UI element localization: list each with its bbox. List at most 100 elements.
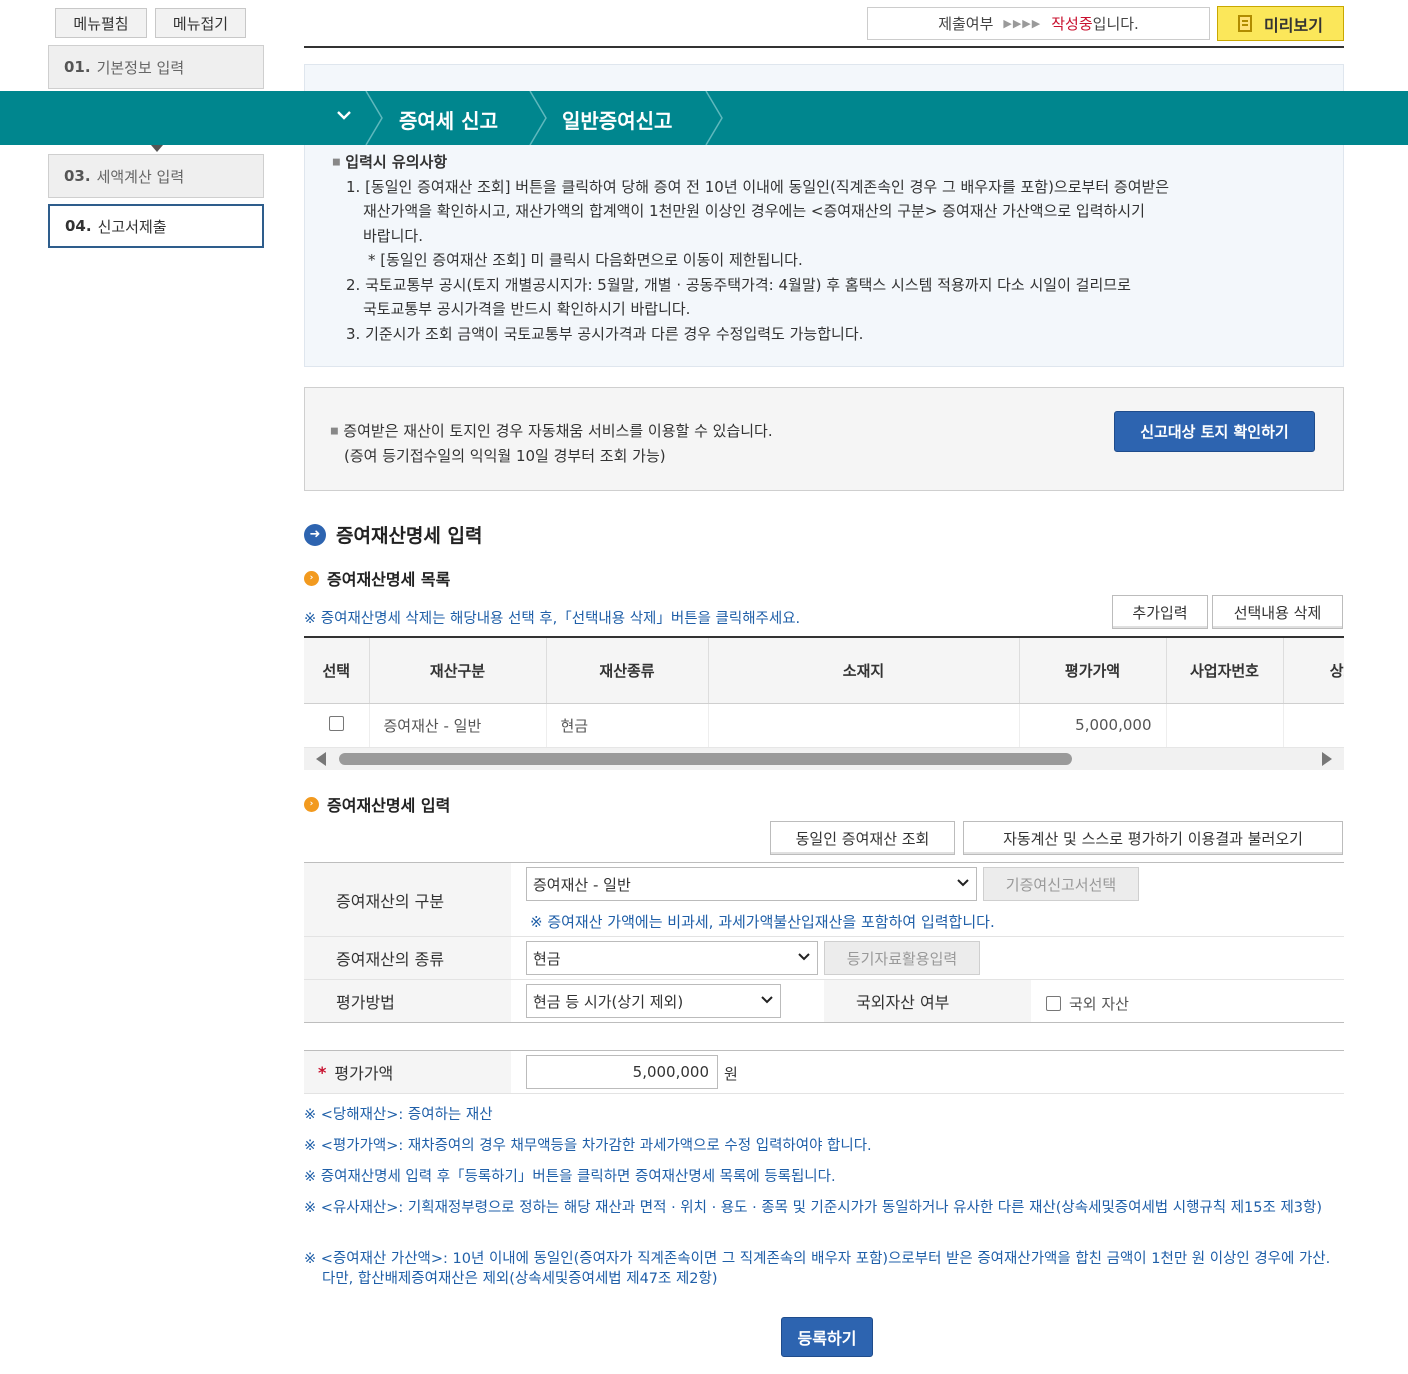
arrow-circle-icon: › — [304, 796, 319, 812]
kind-select[interactable]: 현금 — [526, 941, 818, 975]
scroll-right-icon[interactable] — [1322, 752, 1332, 766]
col-bizno: 사업자번호 — [1166, 637, 1284, 704]
category-label: 증여재산의 구분 — [304, 863, 511, 936]
status-suffix: 입니다. — [1092, 15, 1139, 33]
notice-line: 바랍니다. — [363, 226, 423, 245]
row-name — [1283, 703, 1344, 748]
arrows-icon: ▶▶▶▶ — [1003, 17, 1042, 30]
col-kind: 재산종류 — [546, 637, 709, 704]
notice-line: * [동일인 증여재산 조회] 미 클릭시 다음화면으로 이동이 제한됩니다. — [368, 251, 803, 270]
method-select[interactable]: 현금 등 시가(상기 제외) — [526, 984, 781, 1018]
col-location: 소재지 — [708, 637, 1020, 704]
input-title: › 증여재산명세 입력 — [304, 792, 450, 816]
row-value: 5,000,000 — [1019, 703, 1167, 748]
preview-label: 미리보기 — [1264, 15, 1323, 35]
document-icon — [1238, 15, 1253, 32]
step-tax-calc[interactable]: 03. 세액계산 입력 — [48, 154, 264, 198]
chevron-down-icon — [760, 994, 774, 1008]
footnote: ※ <유사재산>: 기획재정부령으로 정하는 해당 재산과 면적 · 위치 · … — [304, 1200, 1323, 1216]
list-title: › 증여재산명세 목록 — [304, 566, 450, 590]
list-note: ※ 증여재산명세 삭제는 해당내용 선택 후,「선택내용 삭제」버튼을 클릭해주… — [304, 611, 801, 627]
step-basic-info[interactable]: 01. 기본정보 입력 — [48, 45, 264, 89]
breadcrumb-separator-icon — [529, 91, 547, 145]
breadcrumb: 증여세 신고 일반증여신고 — [0, 91, 1408, 145]
table-horizontal-scrollbar[interactable] — [304, 748, 1344, 770]
preview-button[interactable]: 미리보기 — [1217, 6, 1344, 41]
notice-line: 1. [동일인 증여재산 조회] 버튼을 클릭하여 당해 증여 전 10년 이내… — [346, 177, 1170, 196]
prev-report-select-button[interactable]: 기증여신고서선택 — [983, 867, 1139, 901]
breadcrumb-gift-tax[interactable]: 증여세 신고 — [399, 105, 498, 134]
table-row[interactable]: 증여재산 - 일반 현금 5,000,000 — [304, 703, 1344, 748]
notice-line: 재산가액을 확인하시고, 재산가액의 합계액이 1천만원 이상인 경우에는 <증… — [363, 202, 1145, 221]
section-title: ➜ 증여재산명세 입력 — [304, 521, 482, 548]
land-line1: 증여받은 재산이 토지인 경우 자동채움 서비스를 이용할 수 있습니다. — [343, 422, 773, 440]
menu-expand-button[interactable]: 메뉴펼침 — [55, 8, 147, 38]
step-number: 01. — [64, 58, 91, 76]
input-title-text: 증여재산명세 입력 — [327, 796, 451, 815]
notice-title: 입력시 유의사항 — [345, 153, 448, 171]
footnote: ※ <증여재산 가산액>: 10년 이내에 동일인(증여자가 직계존속이면 그 … — [304, 1251, 1331, 1287]
arrow-right-circle-icon: ➜ — [304, 523, 326, 546]
row-bizno — [1166, 703, 1284, 748]
breadcrumb-general-gift[interactable]: 일반증여신고 — [562, 105, 672, 134]
breadcrumb-separator-icon — [365, 91, 383, 145]
row-divider — [304, 1022, 1344, 1023]
value-unit: 원 — [724, 1065, 738, 1083]
table-header-row: 선택 재산구분 재산종류 소재지 평가가액 사업자번호 상호 — [304, 637, 1344, 704]
notice-line: 국토교통부 공시가격을 반드시 확인하시기 바랍니다. — [363, 300, 691, 319]
arrow-circle-icon: › — [304, 570, 319, 586]
method-label: 평가방법 — [304, 980, 511, 1022]
row-divider — [304, 1093, 1344, 1094]
kind-select-value: 현금 — [533, 949, 561, 968]
category-select-value: 증여재산 - 일반 — [533, 875, 631, 894]
row-kind: 현금 — [546, 703, 709, 748]
chevron-down-icon[interactable] — [336, 107, 352, 128]
add-input-button[interactable]: 추가입력 — [1112, 595, 1208, 629]
row-select-cell — [304, 703, 370, 748]
top-divider — [304, 46, 1344, 48]
same-person-gift-lookup-button[interactable]: 동일인 증여재산 조회 — [770, 821, 955, 855]
chevron-down-icon — [956, 877, 970, 891]
status-label: 제출여부 — [938, 15, 994, 33]
notice-content: ■ 입력시 유의사항 1. [동일인 증여재산 조회] 버튼을 클릭하여 당해 … — [332, 150, 1322, 346]
scroll-thumb[interactable] — [339, 753, 1072, 765]
step-pointer-icon — [151, 145, 163, 152]
check-land-button[interactable]: 신고대상 토지 확인하기 — [1114, 411, 1315, 452]
step-label: 신고서제출 — [97, 217, 167, 236]
col-name: 상호 — [1283, 637, 1344, 704]
col-category: 재산구분 — [369, 637, 547, 704]
col-value: 평가가액 — [1019, 637, 1167, 704]
submission-status: 제출여부 ▶▶▶▶ 작성중입니다. — [867, 7, 1210, 40]
scroll-left-icon[interactable] — [316, 752, 326, 766]
footnote: ※ <평가가액>: 재차증여의 경우 채무액등을 차가감한 과세가액으로 수정 … — [304, 1138, 872, 1154]
required-mark: * — [318, 1062, 327, 1082]
load-auto-calc-button[interactable]: 자동계산 및 스스로 평가하기 이용결과 불러오기 — [963, 821, 1343, 855]
registry-data-input-button[interactable]: 등기자료활용입력 — [824, 941, 980, 975]
step-label: 기본정보 입력 — [96, 58, 185, 77]
section-title-text: 증여재산명세 입력 — [336, 525, 483, 547]
category-select[interactable]: 증여재산 - 일반 — [526, 867, 977, 901]
value-input[interactable] — [526, 1055, 718, 1089]
register-button[interactable]: 등록하기 — [781, 1317, 873, 1357]
value-label: 평가가액 — [334, 1064, 394, 1083]
step-submit-report[interactable]: 04. 신고서제출 — [48, 204, 264, 248]
row-checkbox[interactable] — [328, 715, 344, 731]
value-label-cell: * 평가가액 — [304, 1051, 511, 1093]
kind-label: 증여재산의 종류 — [304, 937, 511, 979]
foreign-asset-checkbox-label: 국외 자산 — [1069, 995, 1129, 1013]
notice-line: 3. 기준시가 조회 금액이 국토교통부 공시가격과 다른 경우 수정입력도 가… — [346, 324, 864, 343]
step-number: 04. — [65, 217, 92, 235]
row-category: 증여재산 - 일반 — [369, 703, 547, 748]
breadcrumb-separator-icon — [705, 91, 723, 145]
foreign-asset-checkbox[interactable] — [1046, 996, 1061, 1011]
step-label: 세액계산 입력 — [96, 167, 185, 186]
method-select-value: 현금 등 시가(상기 제외) — [533, 992, 684, 1011]
menu-collapse-button[interactable]: 메뉴접기 — [155, 8, 246, 38]
land-line2: (증여 등기접수일의 익익월 10일 경부터 조회 가능) — [344, 446, 666, 465]
footnote: ※ 증여재산명세 입력 후「등록하기」버튼을 클릭하면 증여재산명세 목록에 등… — [304, 1169, 836, 1185]
notice-line: 2. 국토교통부 공시(토지 개별공시지가: 5월말, 개별 · 공동주택가격:… — [346, 275, 1131, 294]
delete-selected-button[interactable]: 선택내용 삭제 — [1212, 595, 1343, 629]
foreign-asset-option[interactable]: 국외 자산 — [1046, 993, 1129, 1014]
status-state: 작성중 — [1051, 15, 1093, 33]
col-select: 선택 — [304, 637, 370, 704]
